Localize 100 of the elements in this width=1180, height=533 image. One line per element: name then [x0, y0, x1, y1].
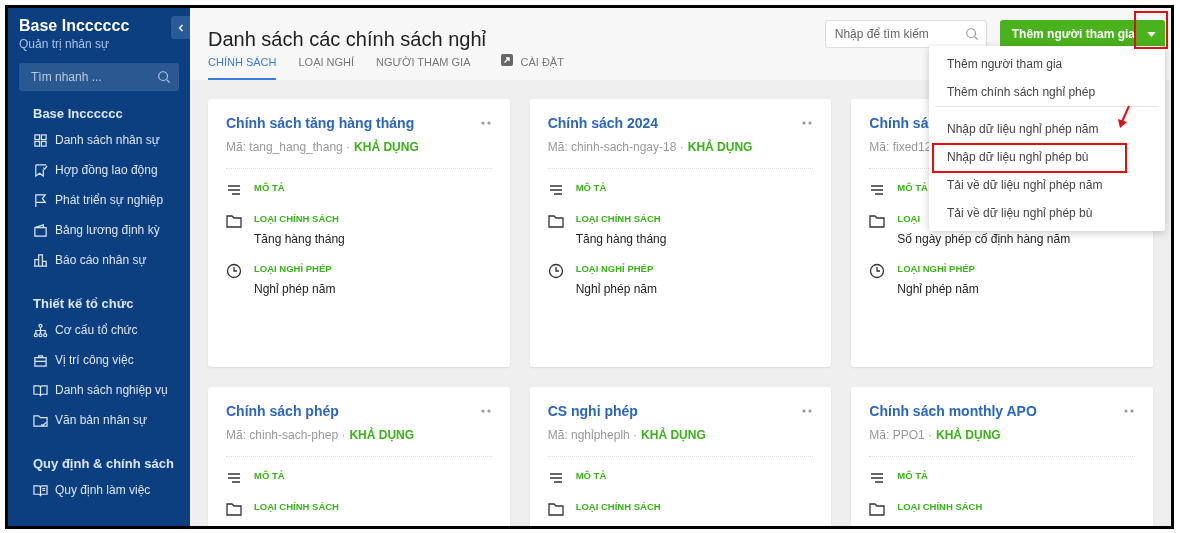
policy-code: Mã: chinh-sach-phep · [226, 427, 346, 444]
field-label: MÔ TẢ [254, 469, 285, 483]
folder-icon [547, 213, 564, 229]
lines-icon [869, 182, 886, 198]
policy-title[interactable]: Chính sách tăng hàng tháng [226, 113, 415, 134]
status-label: KHẢ DỤNG [936, 426, 1001, 444]
tab[interactable]: CHÍNH SÁCH [208, 54, 277, 80]
clock-icon [547, 263, 564, 279]
sidebar-item[interactable]: Văn bản nhân sự [33, 405, 179, 435]
status-label: KHẢ DỤNG [354, 138, 419, 156]
lines-icon [547, 470, 564, 486]
policy-title[interactable]: Chính sá [869, 113, 929, 134]
more-icon[interactable] [479, 409, 492, 413]
hierarchy-icon [33, 322, 48, 338]
tab[interactable]: NGƯỜI THAM GIA [376, 54, 471, 80]
lines-icon [226, 182, 242, 198]
clock-icon [226, 263, 242, 279]
field-label: LOẠI CHÍNH SÁCH [575, 500, 661, 514]
field-label: LOẠI CHÍNH SÁCH [897, 500, 983, 514]
sidebar-item[interactable]: Vị trí công việc [33, 345, 179, 375]
sidebar-item[interactable]: Cơ cấu tổ chức [33, 315, 179, 345]
tab[interactable]: LOẠI NGHỈ [298, 54, 355, 80]
field-label: LOẠI CHÍNH SÁCH [254, 500, 339, 514]
more-icon[interactable] [801, 409, 814, 413]
caret-down-icon [1146, 31, 1156, 37]
sidebar-item[interactable]: Quy định làm việc [33, 475, 179, 505]
book-icon [33, 482, 48, 498]
policy-title[interactable]: Chính sách phép [226, 401, 339, 422]
briefcase-icon [33, 352, 48, 368]
status-label: KHẢ DỤNG [641, 426, 706, 444]
field-label: MÔ TẢ [254, 181, 285, 195]
lines-icon [869, 470, 886, 486]
section-heading: Base Incccccc [33, 105, 124, 123]
policy-title[interactable]: CS nghỉ phép [547, 401, 638, 422]
status-label: KHẢ DỤNG [687, 138, 753, 156]
field-label: LOẠI CHÍNH SÁCH [254, 212, 339, 226]
grid-icon [33, 132, 48, 148]
policy-card[interactable]: Chính sách phép Mã: chinh-sach-phep · KHẢ DỤNG MÔ TẢ LOẠI CHÍNH SÁCH [208, 387, 510, 526]
sidebar-item[interactable]: Danh sách nghiệp vụ [33, 375, 179, 405]
field-value: Nghỉ phép năm [254, 281, 336, 298]
search-icon [157, 70, 171, 84]
policy-title[interactable]: Chính sách monthly APO [869, 401, 1037, 422]
policy-card[interactable]: Chính sách tăng hàng tháng Mã: tang_hang_thang · KHẢ DỤNG MÔ TẢ LOẠI CHÍNH SÁCH Tăng hàng tháng LOẠI NGHỈ PHÉP Nghỉ phép năm [208, 99, 510, 367]
search-icon [964, 27, 979, 41]
flag-icon [33, 192, 48, 208]
field-label: LOẠI NGHỈ PHÉP [897, 262, 975, 276]
section-heading: Quy định & chính sách [33, 455, 175, 473]
field-label: LOẠI CHÍNH SÁCH [575, 212, 661, 226]
section-heading: Thiết kế tổ chức [33, 295, 135, 313]
external-link-icon [500, 54, 513, 66]
field-label: LOẠI NGHỈ PHÉP [575, 262, 654, 276]
quick-search-field[interactable]: Tìm nhanh ... [19, 63, 179, 91]
wallet-icon [33, 222, 48, 238]
status-label: KHẢ DỤNG [349, 426, 415, 444]
folder-icon [869, 213, 886, 229]
tab[interactable]: CÀI ĐẶT [500, 54, 564, 80]
sidebar-item[interactable]: Bảng lương định kỳ [33, 215, 179, 245]
field-label: MÔ TẢ [575, 469, 607, 483]
field-label: MÔ TẢ [897, 469, 928, 483]
field-label: MÔ TẢ [575, 181, 607, 195]
field-label: LOẠI NGHỈ PHÉP [254, 262, 332, 276]
brand-subtitle: Quản trị nhân sự [19, 36, 111, 52]
highlight-frame [1134, 11, 1168, 49]
field-label: LOẠI [897, 212, 921, 226]
collapse-button[interactable] [171, 16, 190, 39]
more-icon[interactable] [479, 121, 492, 125]
field-value: Nghỉ phép năm [575, 281, 658, 298]
sidebar-item[interactable]: Phát triển sự nghiệp [33, 185, 179, 215]
policy-card[interactable]: Chính sách 2024 Mã: chinh-sach-ngay-18 · KHẢ DỤNG MÔ TẢ LOẠI CHÍNH SÁCH Tăng hàng tháng LOẠI NGHỈ PHÉP Nghỉ phép năm [529, 99, 832, 367]
sidebar-item[interactable]: Danh sách nhân sự [33, 125, 179, 155]
search-field[interactable]: Nhập để tìm kiếm [824, 20, 987, 48]
more-icon[interactable] [801, 121, 814, 125]
chevron-left-icon [177, 23, 184, 32]
lines-icon [547, 182, 564, 198]
folder-icon [226, 213, 242, 229]
policy-title[interactable]: Chính sách 2024 [547, 113, 659, 134]
sidebar-item[interactable]: Báo cáo nhân sự [33, 245, 179, 275]
field-value: Tăng hàng tháng [254, 231, 345, 248]
policy-card[interactable]: Chính sách monthly APO Mã: PPO1 · KHẢ DỤNG MÔ TẢ LOẠI CHÍNH SÁCH [851, 387, 1153, 526]
field-value: Tăng hàng tháng [575, 231, 667, 248]
more-icon[interactable] [1123, 409, 1135, 413]
clock-icon [869, 263, 886, 279]
field-value: Nghỉ phép năm [897, 281, 979, 298]
folder-icon [869, 501, 886, 517]
menu-item[interactable]: Thêm người tham gia [929, 50, 1165, 78]
bookmark-icon [33, 162, 48, 178]
book-icon [33, 382, 48, 398]
policy-code: Mã: nghỉpheplh · [547, 427, 638, 444]
bar-chart-icon [33, 252, 48, 268]
folder-icon [226, 501, 242, 517]
lines-icon [226, 470, 242, 486]
field-value: Số ngày phép cố định hàng năm [897, 231, 1071, 248]
policy-card[interactable]: CS nghỉ phép Mã: nghỉpheplh · KHẢ DỤNG MÔ TẢ LOẠI CHÍNH SÁCH [529, 387, 832, 526]
folder-icon [547, 501, 564, 517]
policy-code: Mã: chinh-sach-ngay-18 · [547, 139, 684, 156]
sidebar-item[interactable]: Hợp đồng lao động [33, 155, 179, 185]
brand-name: Base Incccccc [19, 16, 130, 36]
policy-code: Mã: tang_hang_thang · [226, 139, 351, 156]
policy-code: Mã: PPO1 · [869, 427, 932, 444]
field-label: MÔ TẢ [897, 181, 928, 195]
